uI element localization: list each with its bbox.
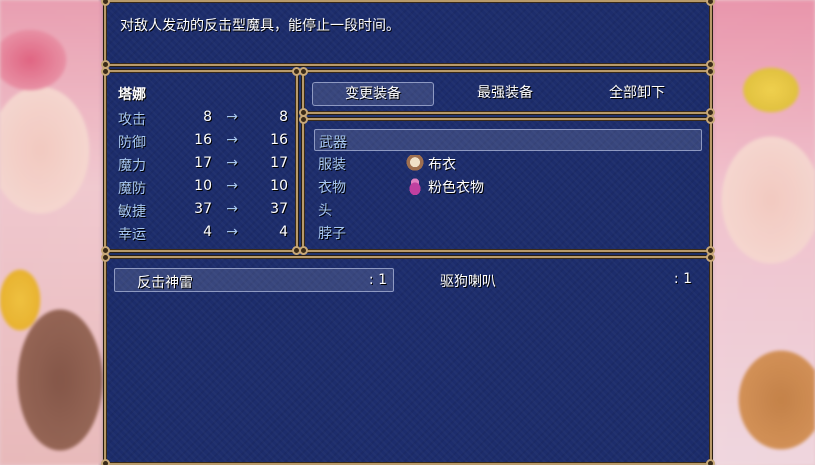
stat-row-luck: 幸运 4 → 4: [118, 224, 288, 247]
dress-icon: [406, 178, 424, 196]
stat-label: 敏捷: [118, 204, 146, 220]
slot-head[interactable]: 头: [314, 198, 702, 220]
frame-corner-ornament: [299, 67, 308, 76]
stat-row-defense: 防御 16 → 16: [118, 132, 288, 155]
stat-row-agility: 敏捷 37 → 37: [118, 201, 288, 224]
stat-current-value: 17: [194, 155, 212, 171]
help-window: 对敌人发动的反击型魔具，能停止一段时间。: [101, 0, 715, 69]
arrow-right-icon: →: [226, 155, 238, 171]
clothes-icon: [406, 155, 424, 173]
stat-label: 防御: [118, 135, 146, 151]
equipment-slot-window: 武器 服装 布衣 衣物 粉色衣物 头 脖子: [299, 115, 715, 255]
item-list-window: 反击神雷 : 1 驱狗喇叭 : 1: [101, 253, 715, 465]
slot-label: 服装: [318, 157, 346, 173]
actor-name: 塔娜: [118, 87, 146, 103]
list-item[interactable]: 驱狗喇叭 : 1: [418, 268, 698, 292]
slot-label: 脖子: [318, 226, 346, 242]
arrow-right-icon: →: [226, 109, 238, 125]
frame-corner-ornament: [706, 67, 715, 76]
stat-current-value: 10: [194, 178, 212, 194]
frame-corner-ornament: [299, 246, 308, 255]
character-portrait-right: [711, 0, 815, 465]
equipped-item-name: 布衣: [428, 157, 456, 173]
frame-corner-ornament: [706, 253, 715, 262]
item-count: : 1: [673, 271, 692, 287]
slot-label: 武器: [319, 135, 347, 151]
remove-all-button[interactable]: 全部卸下: [576, 82, 698, 106]
stat-label: 魔防: [118, 181, 146, 197]
slot-label: 头: [318, 203, 332, 219]
help-description: 对敌人发动的反击型魔具，能停止一段时间。: [120, 18, 400, 34]
stat-row-magic: 魔力 17 → 17: [118, 155, 288, 178]
stat-new-value: 37: [270, 201, 288, 217]
character-portrait-left: [0, 0, 104, 465]
frame-corner-ornament: [706, 115, 715, 124]
item-name: 反击神雷: [137, 275, 193, 291]
arrow-right-icon: →: [226, 224, 238, 240]
frame-corner-ornament: [101, 0, 110, 6]
frame-corner-ornament: [299, 115, 308, 124]
equip-command-window: 变更装备 最强装备 全部卸下: [299, 67, 715, 117]
stat-label: 攻击: [118, 112, 146, 128]
frame-corner-ornament: [101, 67, 110, 76]
frame-corner-ornament: [101, 253, 110, 262]
stat-current-value: 8: [203, 109, 212, 125]
slot-label: 衣物: [318, 180, 346, 196]
equipped-item: 粉色衣物: [406, 177, 484, 197]
item-name: 驱狗喇叭: [440, 274, 496, 290]
stat-row-magic-defense: 魔防 10 → 10: [118, 178, 288, 201]
list-item[interactable]: 反击神雷 : 1: [114, 268, 394, 292]
optimize-equipment-button[interactable]: 最强装备: [444, 82, 566, 106]
actor-status-window: 塔娜 攻击 8 → 8 防御 16 → 16 魔力 17 → 17 魔防 10 …: [101, 67, 301, 255]
arrow-right-icon: →: [226, 132, 238, 148]
equipped-item-name: 粉色衣物: [428, 180, 484, 196]
stat-row-attack: 攻击 8 → 8: [118, 109, 288, 132]
stat-label: 幸运: [118, 227, 146, 243]
arrow-right-icon: →: [226, 201, 238, 217]
frame-corner-ornament: [101, 459, 110, 465]
stat-new-value: 8: [279, 109, 288, 125]
stat-new-value: 16: [270, 132, 288, 148]
change-equipment-button[interactable]: 变更装备: [312, 82, 434, 106]
stat-new-value: 4: [279, 224, 288, 240]
stat-current-value: 16: [194, 132, 212, 148]
stat-current-value: 4: [203, 224, 212, 240]
arrow-right-icon: →: [226, 178, 238, 194]
stat-new-value: 10: [270, 178, 288, 194]
stat-label: 魔力: [118, 158, 146, 174]
stat-new-value: 17: [270, 155, 288, 171]
stat-current-value: 37: [194, 201, 212, 217]
equipped-item: 布衣: [406, 154, 456, 174]
slot-garment[interactable]: 衣物 粉色衣物: [314, 175, 702, 197]
frame-corner-ornament: [706, 459, 715, 465]
slot-weapon[interactable]: 武器: [314, 129, 702, 151]
item-count: : 1: [368, 272, 387, 288]
slot-outfit[interactable]: 服装 布衣: [314, 152, 702, 174]
slot-neck[interactable]: 脖子: [314, 221, 702, 243]
